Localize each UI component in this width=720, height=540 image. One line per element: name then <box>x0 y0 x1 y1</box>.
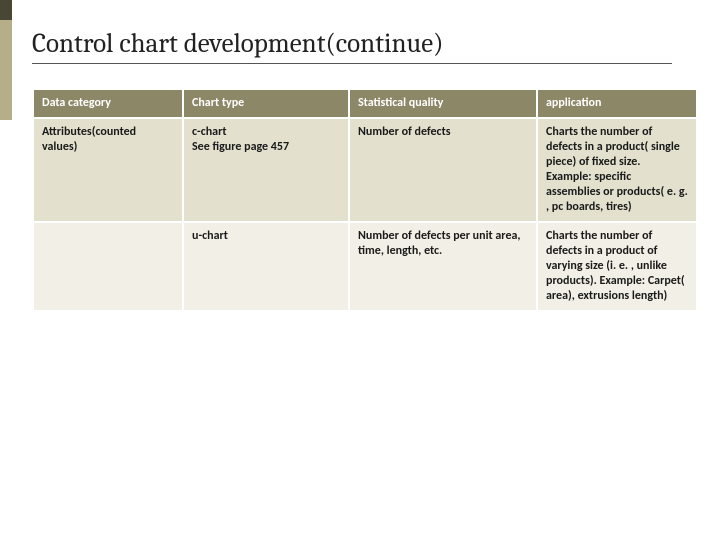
slide-title: Control chart development(continue) <box>32 28 672 64</box>
cell-application: Charts the number of defects in a produc… <box>537 222 697 311</box>
table-row: Attributes(counted values) c-chart See f… <box>33 118 697 222</box>
header-data-category: Data category <box>33 89 183 118</box>
header-application: application <box>537 89 697 118</box>
slide: Control chart development(continue) Data… <box>0 0 720 540</box>
cell-statistical-quality: Number of defects <box>349 118 537 222</box>
header-chart-type: Chart type <box>183 89 349 118</box>
cell-chart-type: c-chart See figure page 457 <box>183 118 349 222</box>
table-header-row: Data category Chart type Statistical qua… <box>33 89 697 118</box>
cell-data-category: Attributes(counted values) <box>33 118 183 222</box>
cell-application: Charts the number of defects in a produc… <box>537 118 697 222</box>
accent-bar-dark <box>0 0 12 20</box>
content-table: Data category Chart type Statistical qua… <box>32 88 698 312</box>
header-statistical-quality: Statistical quality <box>349 89 537 118</box>
table-row: u-chart Number of defects per unit area,… <box>33 222 697 311</box>
cell-data-category <box>33 222 183 311</box>
cell-chart-type: u-chart <box>183 222 349 311</box>
accent-bar-light <box>0 20 12 120</box>
cell-statistical-quality: Number of defects per unit area, time, l… <box>349 222 537 311</box>
